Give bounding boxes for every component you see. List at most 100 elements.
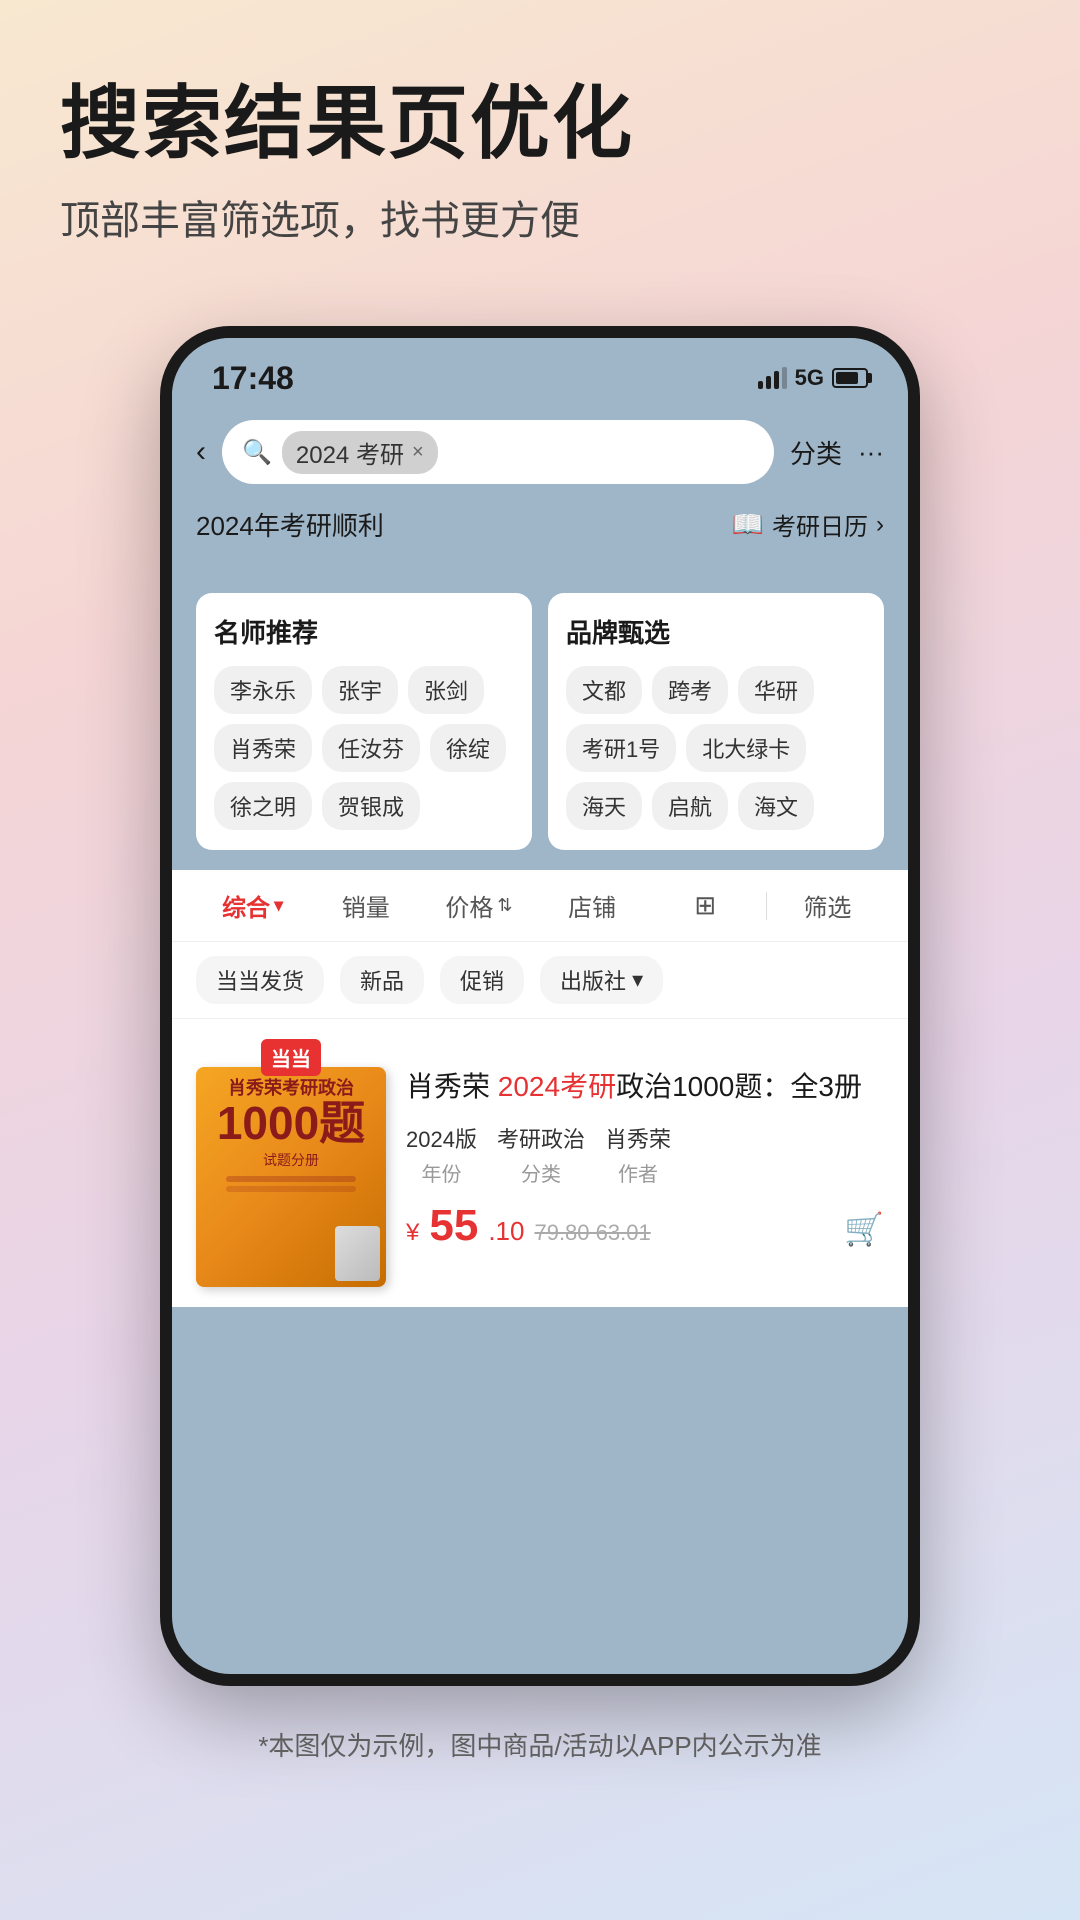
sort-sales-label: 销量	[342, 888, 390, 923]
tag-zhangjian[interactable]: 张剑	[408, 666, 484, 714]
sort-item-price[interactable]: 价格 ⇅	[422, 888, 535, 923]
sort-price-icon: ⇅	[497, 895, 512, 916]
dangdang-badge: 当当	[261, 1039, 321, 1076]
product-meta: 2024版 年份 考研政治 分类 肖秀荣 作者	[406, 1122, 884, 1187]
sort-item-sales[interactable]: 销量	[309, 888, 422, 923]
product-item: 当当 肖秀荣考研政治 1000题 试题分册 肖秀荣 2024考研政治1000题：…	[172, 1019, 908, 1307]
sort-item-filter[interactable]: 筛选	[771, 888, 884, 923]
banner-area: 2024年考研顺利 📖 考研日历 ›	[172, 496, 908, 557]
filter-box-brands: 品牌甄选 文都 跨考 华研 考研1号 北大绿卡 海天 启航 海文	[548, 593, 884, 850]
sort-item-comprehensive[interactable]: 综合 ▾	[196, 888, 309, 923]
filter-row: 当当发货 新品 促销 出版社 ▾	[172, 942, 908, 1019]
meta-year-label: 年份	[406, 1158, 477, 1187]
main-title: 搜索结果页优化	[60, 80, 1020, 168]
sub-title: 顶部丰富筛选项，找书更方便	[60, 188, 1020, 246]
meta-author-value: 肖秀荣	[605, 1122, 671, 1154]
tag-xuzhiming[interactable]: 徐之明	[214, 782, 312, 830]
product-title-prefix: 肖秀荣	[406, 1071, 498, 1102]
product-info: 肖秀荣 2024考研政治1000题：全3册 2024版 年份 考研政治 分类 肖…	[406, 1039, 884, 1287]
meta-category-label: 分类	[497, 1158, 585, 1187]
meta-year: 2024版 年份	[406, 1122, 477, 1187]
back-button[interactable]: ‹	[196, 435, 206, 469]
meta-category-value: 考研政治	[497, 1122, 585, 1154]
pill-publisher[interactable]: 出版社 ▾	[540, 956, 663, 1004]
filter-box-brands-title: 品牌甄选	[566, 613, 866, 650]
filter-boxes: 名师推荐 李永乐 张宇 张剑 肖秀荣 任汝芬 徐绽 徐之明 贺银成 品牌甄选 文…	[172, 593, 908, 870]
brand-tags: 文都 跨考 华研 考研1号 北大绿卡 海天 启航 海文	[566, 666, 866, 830]
meta-year-value: 2024版	[406, 1122, 477, 1154]
classify-button[interactable]: 分类	[790, 434, 842, 471]
pill-new[interactable]: 新品	[340, 956, 424, 1004]
cart-button[interactable]: 🛒	[844, 1210, 884, 1248]
product-image-wrap: 当当 肖秀荣考研政治 1000题 试题分册	[196, 1039, 386, 1287]
price-original: 79.80 63.01	[534, 1220, 650, 1246]
tag-haitian[interactable]: 海天	[566, 782, 642, 830]
product-price-row: ¥ 55 .10 79.80 63.01 🛒	[406, 1201, 884, 1251]
meta-author-label: 作者	[605, 1158, 671, 1187]
sort-filter-label: 筛选	[803, 888, 851, 923]
status-time: 17:48	[212, 360, 294, 397]
tag-renfufen[interactable]: 任汝芬	[322, 724, 420, 772]
teacher-tags: 李永乐 张宇 张剑 肖秀荣 任汝芬 徐绽 徐之明 贺银成	[214, 666, 514, 830]
tag-qihang[interactable]: 启航	[652, 782, 728, 830]
search-bar[interactable]: 🔍 2024 考研 ×	[222, 420, 774, 484]
tag-xuzhuan[interactable]: 徐绽	[430, 724, 506, 772]
tag-kaoyanhao[interactable]: 考研1号	[566, 724, 676, 772]
sort-comprehensive-icon: ▾	[274, 895, 283, 916]
tag-beida[interactable]: 北大绿卡	[686, 724, 806, 772]
meta-category: 考研政治 分类	[497, 1122, 585, 1187]
filter-box-teachers: 名师推荐 李永乐 张宇 张剑 肖秀荣 任汝芬 徐绽 徐之明 贺银成	[196, 593, 532, 850]
search-icon: 🔍	[242, 438, 272, 467]
footer-note: *本图仅为示例，图中商品/活动以APP内公示为准	[0, 1706, 1080, 1783]
sort-price-label: 价格	[445, 888, 493, 923]
chevron-right-icon: ›	[876, 511, 884, 539]
tag-haiwen[interactable]: 海文	[738, 782, 814, 830]
search-tag[interactable]: 2024 考研 ×	[282, 431, 438, 474]
publisher-arrow-icon: ▾	[632, 967, 643, 993]
book-icon: 📖	[732, 509, 764, 540]
tag-wendu[interactable]: 文都	[566, 666, 642, 714]
tag-zhangyu[interactable]: 张宇	[322, 666, 398, 714]
tag-liyongle[interactable]: 李永乐	[214, 666, 312, 714]
page-header: 搜索结果页优化 顶部丰富筛选项，找书更方便	[0, 0, 1080, 286]
more-button[interactable]: ···	[858, 437, 884, 468]
price-decimal: .10	[488, 1216, 524, 1247]
battery-icon	[832, 368, 868, 388]
search-tag-close[interactable]: ×	[412, 441, 424, 464]
status-icons: 5G	[758, 365, 868, 391]
book-cover-num: 1000题	[217, 1100, 365, 1146]
tag-kuakao[interactable]: 跨考	[652, 666, 728, 714]
price-symbol: ¥	[406, 1219, 419, 1247]
tag-xiaoxiurong[interactable]: 肖秀荣	[214, 724, 312, 772]
product-title-highlight: 2024考研	[498, 1071, 616, 1102]
product-title-suffix: 政治1000题：全3册	[616, 1071, 862, 1102]
banner-left-text: 2024年考研顺利	[196, 506, 384, 543]
sort-bar: 综合 ▾ 销量 价格 ⇅ 店铺 ⊞ 筛选	[172, 870, 908, 942]
book-cover[interactable]: 肖秀荣考研政治 1000题 试题分册	[196, 1067, 386, 1287]
banner-right[interactable]: 📖 考研日历 ›	[732, 507, 884, 542]
pill-promo[interactable]: 促销	[440, 956, 524, 1004]
book-cover-small-image	[335, 1226, 380, 1281]
status-bar: 17:48 5G	[172, 338, 908, 408]
tag-heyincheng[interactable]: 贺银成	[322, 782, 420, 830]
grid-icon: ⊞	[694, 890, 716, 921]
tag-huayan[interactable]: 华研	[738, 666, 814, 714]
sort-item-shop[interactable]: 店铺	[536, 888, 649, 923]
filter-box-teachers-title: 名师推荐	[214, 613, 514, 650]
product-title: 肖秀荣 2024考研政治1000题：全3册	[406, 1067, 884, 1106]
signal-icon	[758, 367, 787, 389]
pill-dangdang[interactable]: 当当发货	[196, 956, 324, 1004]
sort-shop-label: 店铺	[568, 888, 616, 923]
sort-item-grid[interactable]: ⊞	[649, 890, 762, 921]
search-tag-text: 2024 考研	[296, 435, 404, 470]
scroll-indicator	[510, 571, 570, 577]
network-label: 5G	[795, 365, 824, 391]
meta-author: 肖秀荣 作者	[605, 1122, 671, 1187]
book-cover-sub: 试题分册	[263, 1150, 319, 1170]
phone-wrapper: 17:48 5G ‹ 🔍 2024 考研	[0, 326, 1080, 1686]
sort-comprehensive-label: 综合	[222, 888, 270, 923]
banner-right-text: 考研日历	[772, 507, 868, 542]
search-area: ‹ 🔍 2024 考研 × 分类 ···	[172, 408, 908, 496]
price-main: 55	[429, 1201, 478, 1251]
phone-mockup: 17:48 5G ‹ 🔍 2024 考研	[160, 326, 920, 1686]
